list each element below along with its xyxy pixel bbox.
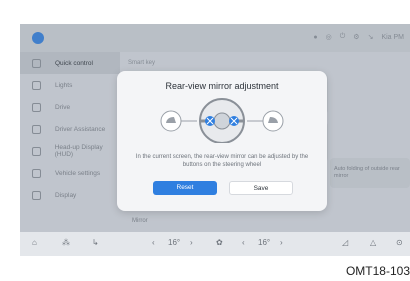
bottom-bar: ⌂ ⁂ ↳ ‹ 16° › ✿ ‹ 16° › ◿ △ ⊙ [20,232,410,256]
temp-right-value: 16° [258,238,271,247]
figure-code: OMT18-103 [345,264,410,278]
fan-icon[interactable]: ✿ [216,238,223,247]
phone-icon[interactable]: ↳ [92,238,99,247]
temp-left-value: 16° [168,238,181,247]
infotainment-screen: ● ◎ ⏻ ⚙ ↘ Kia PM Quick control Lights Dr… [20,24,410,256]
temp-left-increase-icon[interactable]: › [190,238,193,247]
right-mirror-icon [262,110,284,132]
power-icon[interactable]: ⊙ [396,238,403,247]
home-icon[interactable]: ⌂ [32,238,37,247]
temp-left-decrease-icon[interactable]: ‹ [152,238,155,247]
dialog-title: Rear-view mirror adjustment [165,81,279,91]
reset-button[interactable]: Reset [153,181,217,195]
save-button[interactable]: Save [229,181,293,195]
dialog-description: In the current screen, the rear-view mir… [135,154,309,168]
volume-icon[interactable]: ◿ [342,238,348,247]
steering-wheel-icon [199,98,245,143]
temp-right-increase-icon[interactable]: › [280,238,283,247]
alert-icon[interactable]: △ [370,238,376,247]
left-mirror-icon [160,110,182,132]
mirror-adjust-dialog: Rear-view mirror adjustment In the curre… [117,71,327,211]
apps-icon[interactable]: ⁂ [62,238,70,247]
steering-wheel-mirror-illustration [160,98,284,143]
temp-right-decrease-icon[interactable]: ‹ [242,238,245,247]
